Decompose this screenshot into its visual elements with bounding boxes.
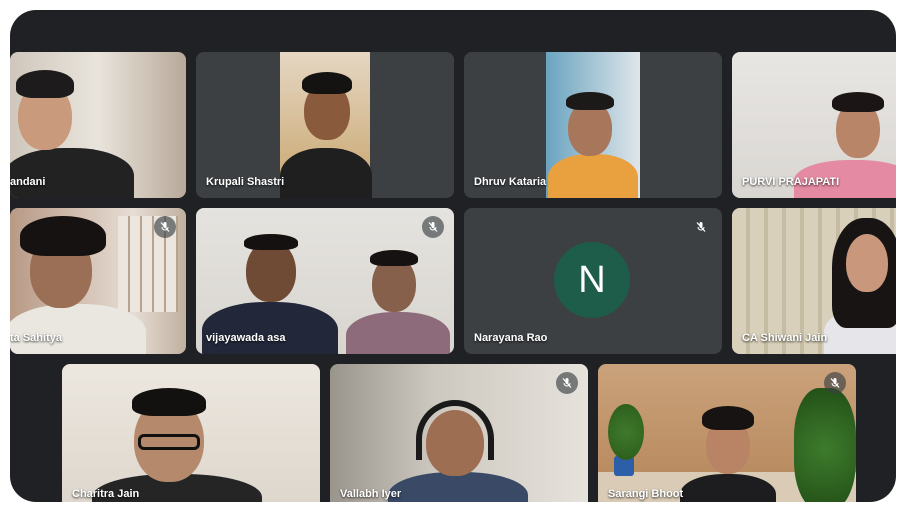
participant-tile[interactable]: ta Sahitya [10,208,186,354]
participant-tile[interactable]: andani [10,52,186,198]
mic-off-icon [154,216,176,238]
mic-off-icon [824,372,846,394]
participant-tile[interactable]: Charitra Jain [62,364,320,502]
meeting-window: andani Krupali Shastri Dhruv Kataria PUR… [10,10,896,502]
participant-tile[interactable]: PURVI PRAJAPATI [732,52,896,198]
participant-name: Narayana Rao [474,332,548,344]
avatar: N [554,242,630,318]
participant-name: andani [10,176,46,188]
mic-off-icon [690,216,712,238]
mic-off-icon [422,216,444,238]
participant-video [62,364,320,502]
participant-name: Vallabh Iyer [340,488,402,500]
participant-tile[interactable]: Dhruv Kataria [464,52,722,198]
participant-name: PURVI PRAJAPATI [742,176,840,188]
participant-name: CA Shiwani Jain [742,332,828,344]
participant-tile[interactable]: N Narayana Rao [464,208,722,354]
mic-off-icon [556,372,578,394]
participant-name: Sarangi Bhoot [608,488,684,500]
participant-name: vijayawada asa [206,332,286,344]
participant-name: Charitra Jain [72,488,140,500]
participant-name: Dhruv Kataria [474,176,547,188]
participant-name: ta Sahitya [10,332,62,344]
participant-video [330,364,588,502]
participant-name: Krupali Shastri [206,176,285,188]
participant-tile[interactable]: CA Shiwani Jain [732,208,896,354]
participant-tile[interactable]: Vallabh Iyer [330,364,588,502]
participant-tile[interactable]: Sarangi Bhoot [598,364,856,502]
participant-video [598,364,856,502]
participant-tile[interactable]: Krupali Shastri [196,52,454,198]
participant-tile[interactable]: vijayawada asa [196,208,454,354]
